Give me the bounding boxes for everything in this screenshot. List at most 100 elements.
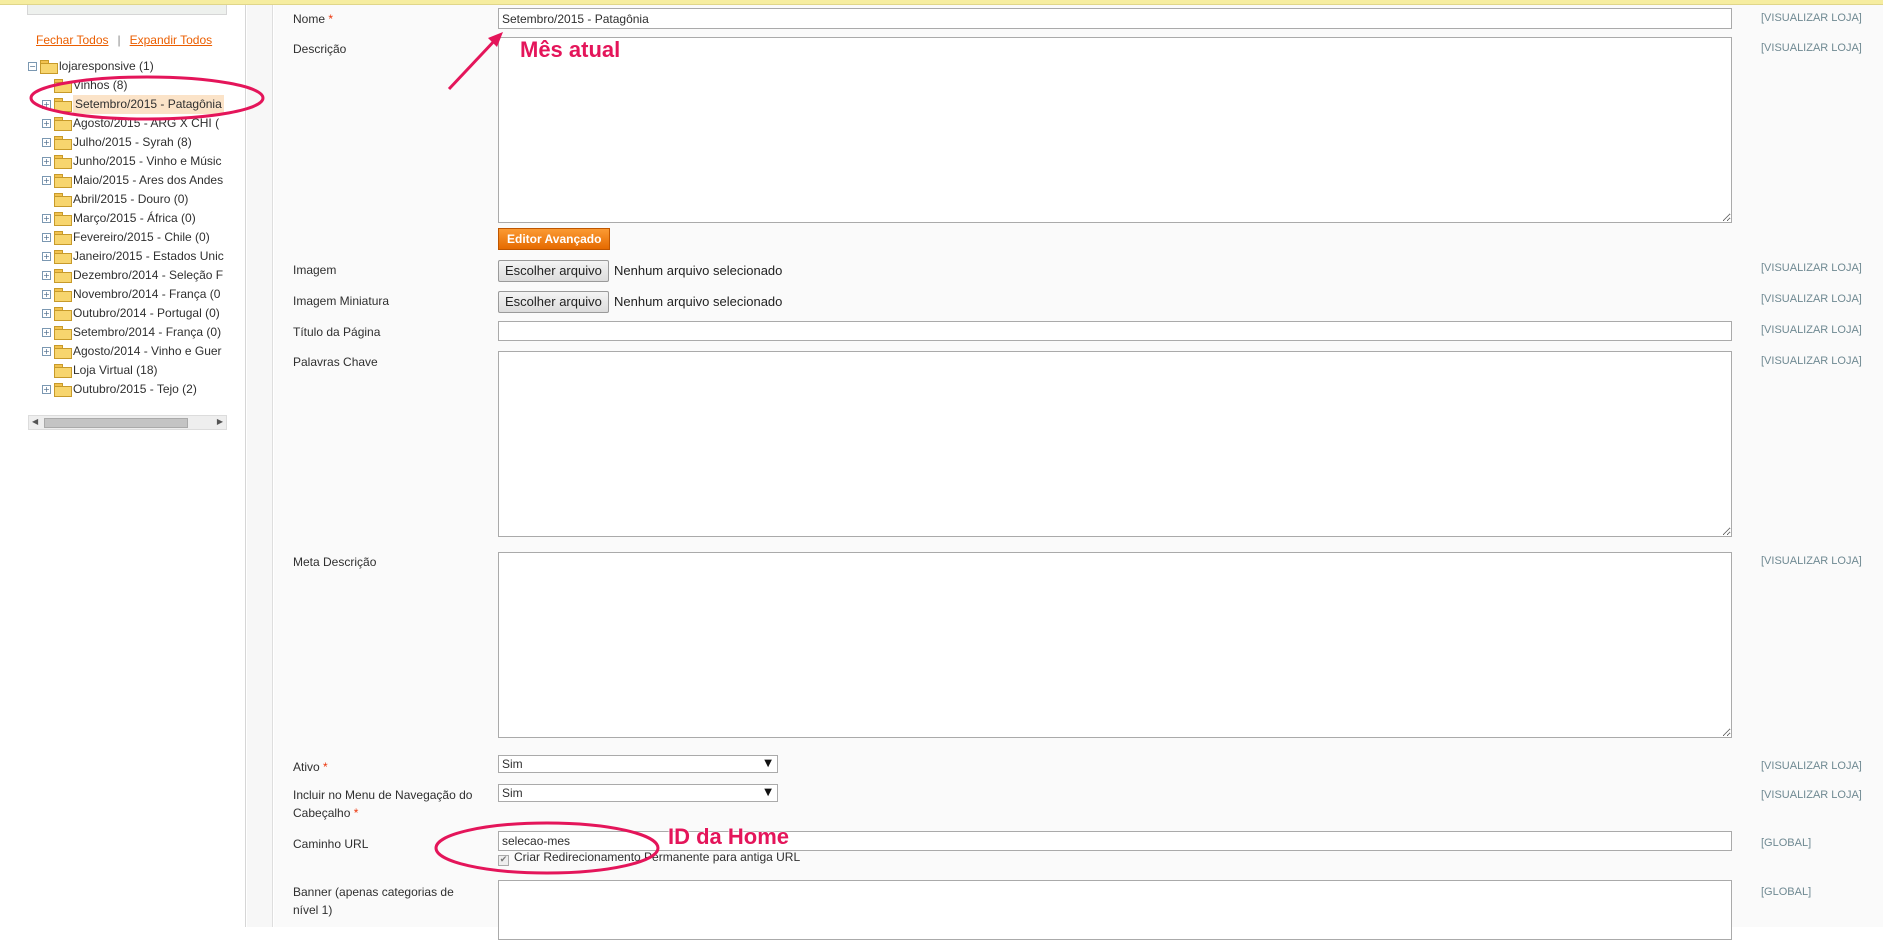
meta-description-textarea[interactable]	[498, 552, 1732, 738]
tree-item[interactable]: + Setembro/2014 - França (0)	[28, 323, 228, 342]
tree-item[interactable]: − lojaresponsive (1)	[28, 57, 228, 76]
folder-icon	[54, 250, 72, 264]
scroll-right-arrow-icon[interactable]: ▶	[217, 417, 223, 426]
tree-item[interactable]: + Novembro/2014 - França (0	[28, 285, 228, 304]
image-field-label: Imagem	[293, 263, 337, 277]
tree-horizontal-scrollbar[interactable]: ◀ ▶	[28, 415, 227, 430]
banner-field[interactable]	[498, 880, 1732, 940]
folder-icon	[54, 288, 72, 302]
folder-icon	[54, 136, 72, 150]
tree-item[interactable]: + Julho/2015 - Syrah (8)	[28, 133, 228, 152]
current-month-annotation: Mês atual	[520, 37, 621, 62]
folder-icon	[54, 155, 72, 169]
expand-toggle-icon[interactable]: +	[42, 214, 51, 223]
sidebar-gutter	[247, 5, 273, 927]
expand-all-link[interactable]: Expandir Todos	[130, 33, 213, 47]
active-select[interactable]: Sim ▼	[498, 755, 778, 773]
tree-item[interactable]: Vinhos (8)	[28, 76, 228, 95]
image-choose-file-button[interactable]: Escolher arquivo	[498, 260, 609, 282]
thumbnail-choose-file-button[interactable]: Escolher arquivo	[498, 291, 609, 313]
description-field-label: Descrição	[293, 42, 347, 56]
tree-item-label: Setembro/2015 - Patagônia	[73, 95, 224, 114]
folder-icon	[54, 231, 72, 245]
expand-toggle-icon[interactable]: +	[42, 176, 51, 185]
tree-item[interactable]: + Fevereiro/2015 - Chile (0)	[28, 228, 228, 247]
expand-toggle-icon[interactable]: +	[42, 309, 51, 318]
tree-item[interactable]: + Janeiro/2015 - Estados Unic	[28, 247, 228, 266]
banner-field-label: Banner (apenas categorias de nível 1)	[293, 885, 454, 917]
tree-item-label: Fevereiro/2015 - Chile (0)	[73, 230, 210, 244]
include-menu-select[interactable]: Sim ▼	[498, 784, 778, 802]
tree-item-label: Abril/2015 - Douro (0)	[73, 192, 189, 206]
active-field-label: Ativo *	[293, 760, 328, 774]
expand-toggle-icon[interactable]: +	[42, 157, 51, 166]
tree-item-label: Vinhos (8)	[73, 78, 128, 92]
image-scope: [VISUALIZAR LOJA]	[1761, 262, 1862, 274]
expand-toggle-icon[interactable]: +	[42, 138, 51, 147]
folder-icon	[54, 345, 72, 359]
category-tree: − lojaresponsive (1) Vinhos (8) + Setembro/2…	[28, 57, 228, 399]
tree-item[interactable]: + Setembro/2015 - Patagônia	[28, 95, 228, 114]
chevron-down-icon: ▼	[764, 787, 772, 798]
tree-item[interactable]: + Março/2015 - África (0)	[28, 209, 228, 228]
tree-item[interactable]: + Agosto/2014 - Vinho e Guer	[28, 342, 228, 361]
tree-item-label: Novembro/2014 - França (0	[73, 287, 221, 301]
thumbnail-file-status: Nenhum arquivo selecionado	[614, 294, 783, 309]
tree-item[interactable]: + Junho/2015 - Vinho e Músic	[28, 152, 228, 171]
thumbnail-scope: [VISUALIZAR LOJA]	[1761, 293, 1862, 305]
meta-description-scope: [VISUALIZAR LOJA]	[1761, 555, 1862, 567]
tree-item-label: Março/2015 - África (0)	[73, 211, 196, 225]
category-edit-form: Nome * [VISUALIZAR LOJA] Descrição [VISU…	[274, 5, 1883, 940]
tree-item-label: Agosto/2015 - ARG X CHI (	[73, 116, 220, 130]
expand-toggle-icon[interactable]: +	[42, 347, 51, 356]
tree-item-label: lojaresponsive (1)	[59, 59, 154, 73]
folder-icon	[54, 326, 72, 340]
include-menu-scope: [VISUALIZAR LOJA]	[1761, 789, 1862, 801]
redirect-checkbox-label: Criar Redirecionamento Permanente para a…	[514, 850, 801, 864]
expand-toggle-icon[interactable]: +	[42, 100, 51, 109]
include-menu-select-value: Sim	[502, 786, 523, 800]
folder-icon	[54, 364, 72, 378]
tree-item[interactable]: + Outubro/2014 - Portugal (0)	[28, 304, 228, 323]
folder-icon	[54, 383, 72, 397]
tree-item-label: Outubro/2015 - Tejo (2)	[73, 382, 197, 396]
page-title-input[interactable]	[498, 321, 1732, 341]
active-select-value: Sim	[502, 757, 523, 771]
scroll-left-arrow-icon[interactable]: ◀	[32, 417, 38, 426]
name-field-label: Nome *	[293, 12, 334, 26]
redirect-checkbox-row[interactable]: ✔ Criar Redirecionamento Permanente para …	[498, 850, 800, 866]
description-scope: [VISUALIZAR LOJA]	[1761, 42, 1862, 54]
description-textarea[interactable]	[498, 37, 1732, 223]
advanced-editor-button[interactable]: Editor Avançado	[498, 228, 611, 250]
expand-toggle-icon[interactable]: +	[42, 385, 51, 394]
thumbnail-field-label: Imagem Miniatura	[293, 294, 390, 308]
expand-toggle-icon[interactable]: +	[42, 252, 51, 261]
folder-icon	[54, 174, 72, 188]
scrollbar-thumb[interactable]	[44, 418, 188, 428]
folder-icon	[54, 269, 72, 283]
home-id-annotation: ID da Home	[668, 824, 790, 849]
expand-toggle-icon[interactable]: +	[42, 119, 51, 128]
tree-item-label: Dezembro/2014 - Seleção F	[73, 268, 224, 282]
tree-item[interactable]: + Maio/2015 - Ares dos Andes	[28, 171, 228, 190]
expand-toggle-icon[interactable]: +	[42, 271, 51, 280]
collapse-all-link[interactable]: Fechar Todos	[36, 33, 109, 47]
tree-item[interactable]: Loja Virtual (18)	[28, 361, 228, 380]
expand-toggle-icon[interactable]: +	[42, 328, 51, 337]
expand-toggle-icon[interactable]: +	[42, 233, 51, 242]
name-input[interactable]	[498, 8, 1732, 29]
tree-item[interactable]: + Dezembro/2014 - Seleção F	[28, 266, 228, 285]
tree-item[interactable]: + Outubro/2015 - Tejo (2)	[28, 380, 228, 399]
url-key-scope: [GLOBAL]	[1761, 837, 1812, 849]
active-scope: [VISUALIZAR LOJA]	[1761, 760, 1862, 772]
url-key-field-label: Caminho URL	[293, 837, 369, 851]
keywords-textarea[interactable]	[498, 351, 1732, 537]
expand-toggle-icon[interactable]: +	[42, 290, 51, 299]
tree-item-label: Agosto/2014 - Vinho e Guer	[73, 344, 222, 358]
tree-item[interactable]: Abril/2015 - Douro (0)	[28, 190, 228, 209]
collapse-toggle-icon[interactable]: −	[28, 62, 37, 71]
tree-item-label: Setembro/2014 - França (0)	[73, 325, 222, 339]
redirect-checkbox[interactable]: ✔	[498, 855, 509, 866]
tree-item[interactable]: + Agosto/2015 - ARG X CHI (	[28, 114, 228, 133]
sidebar-header-box	[27, 5, 227, 15]
